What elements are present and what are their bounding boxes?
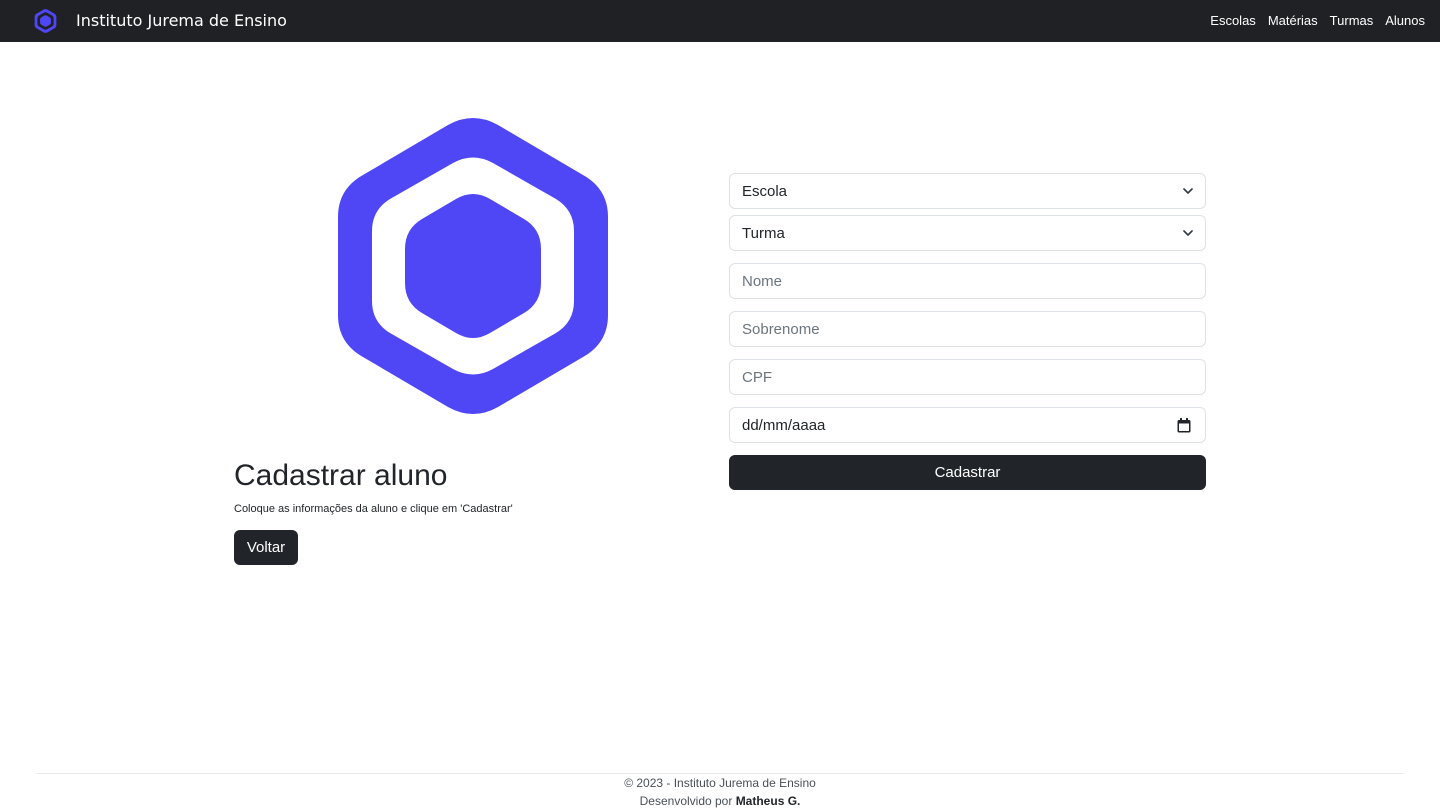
back-button[interactable]: Voltar bbox=[234, 530, 298, 565]
calendar-icon[interactable] bbox=[1177, 418, 1191, 433]
page-subtitle: Coloque as informações da aluno e clique… bbox=[234, 503, 513, 515]
last-name-placeholder: Sobrenome bbox=[742, 321, 820, 338]
submit-button[interactable]: Cadastrar bbox=[729, 455, 1206, 490]
footer-copyright: © 2023 - Instituto Jurema de Ensino bbox=[624, 776, 816, 790]
first-name-placeholder: Nome bbox=[742, 273, 783, 290]
cpf-input[interactable]: CPF bbox=[729, 359, 1206, 395]
chevron-down-icon bbox=[1183, 188, 1193, 194]
page-title: Cadastrar aluno bbox=[234, 459, 448, 492]
footer-author: Matheus G. bbox=[735, 794, 801, 808]
top-navbar: Instituto Jurema de Ensino Escolas Matér… bbox=[0, 0, 1440, 42]
first-name-input[interactable]: Nome bbox=[729, 263, 1206, 299]
nav-link-materias[interactable]: Matérias bbox=[1268, 13, 1318, 29]
hexagon-logo-icon bbox=[338, 118, 608, 414]
chevron-down-icon bbox=[1183, 230, 1193, 236]
class-select-value: Turma bbox=[742, 225, 785, 242]
brand-name[interactable]: Instituto Jurema de Ensino bbox=[76, 11, 287, 31]
birth-date-value: dd/mm/aaaa bbox=[742, 417, 826, 434]
nav-link-alunos[interactable]: Alunos bbox=[1385, 13, 1425, 29]
footer-divider bbox=[36, 773, 1404, 774]
brand-logo-icon[interactable] bbox=[34, 9, 57, 33]
cpf-placeholder: CPF bbox=[742, 369, 772, 386]
school-select[interactable]: Escola bbox=[729, 173, 1206, 209]
birth-date-input[interactable]: dd/mm/aaaa bbox=[729, 407, 1206, 443]
class-select[interactable]: Turma bbox=[729, 215, 1206, 251]
nav-link-escolas[interactable]: Escolas bbox=[1210, 13, 1256, 29]
footer-developed-by: Desenvolvido por bbox=[639, 794, 733, 808]
footer-credits: Desenvolvido por Matheus G. bbox=[0, 794, 1440, 809]
last-name-input[interactable]: Sobrenome bbox=[729, 311, 1206, 347]
school-select-value: Escola bbox=[742, 183, 788, 200]
nav-link-turmas[interactable]: Turmas bbox=[1330, 13, 1374, 29]
nav-links: Escolas Matérias Turmas Alunos bbox=[1210, 13, 1425, 29]
